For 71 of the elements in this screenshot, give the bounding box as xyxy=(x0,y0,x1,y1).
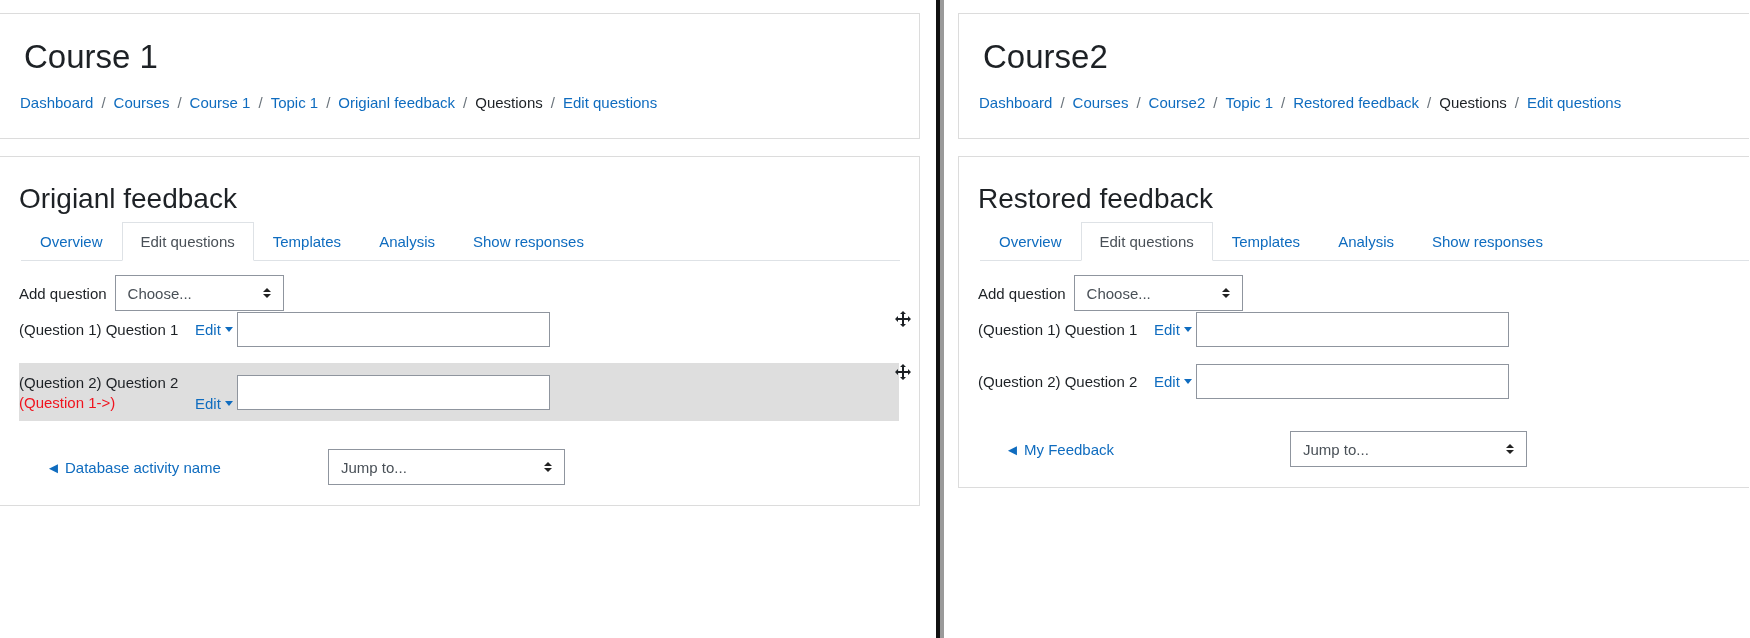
tab[interactable]: Overview xyxy=(980,222,1081,261)
breadcrumb-link[interactable]: Course 1 xyxy=(189,94,251,111)
tab[interactable]: Templates xyxy=(1212,222,1320,261)
breadcrumb-link[interactable]: Dashboard xyxy=(979,94,1053,111)
input-field[interactable] xyxy=(237,374,550,410)
sort-caret-icon xyxy=(544,462,552,472)
tab[interactable]: Templates xyxy=(253,222,361,261)
breadcrumb-separator: / xyxy=(1281,94,1286,111)
input-field[interactable] xyxy=(1196,311,1509,347)
question-label: (Question 1) Question 1 xyxy=(978,320,1139,338)
jump-to-select[interactable]: Jump to... xyxy=(328,449,565,485)
breadcrumb-link[interactable]: Dashboard xyxy=(20,94,94,111)
move-icon[interactable] xyxy=(895,311,911,327)
course-title: Course2 xyxy=(983,37,1108,77)
breadcrumb-link[interactable]: Origianl feedback xyxy=(338,94,456,111)
edit-menu-link[interactable]: Edit xyxy=(195,320,235,338)
activity-title: Restored feedback xyxy=(978,182,1214,216)
caret-icon xyxy=(224,326,233,332)
breadcrumb-link[interactable]: Restored feedback xyxy=(1293,94,1420,111)
caret-icon xyxy=(1183,378,1192,384)
input-field[interactable] xyxy=(237,311,550,347)
edit-menu-link[interactable]: Edit xyxy=(1154,372,1194,390)
sort-caret-icon xyxy=(262,288,271,298)
breadcrumb-text: Questions xyxy=(475,94,543,111)
breadcrumb-link[interactable]: Topic 1 xyxy=(270,94,319,111)
back-link[interactable]: ◄ My Feedback xyxy=(1005,440,1290,458)
breadcrumb-separator: / xyxy=(550,94,555,111)
tab[interactable]: Edit questions xyxy=(121,222,254,261)
breadcrumb-link[interactable]: Course2 xyxy=(1148,94,1206,111)
tab[interactable]: Analysis xyxy=(1319,222,1413,261)
tab[interactable]: Analysis xyxy=(360,222,454,261)
breadcrumb-separator: / xyxy=(1060,94,1065,111)
tab[interactable]: Edit questions xyxy=(1080,222,1213,261)
breadcrumb-separator: / xyxy=(1136,94,1141,111)
breadcrumb-separator: / xyxy=(1514,94,1519,111)
edit-menu-link[interactable]: Edit xyxy=(195,395,235,412)
breadcrumb-separator: / xyxy=(463,94,468,111)
breadcrumb-separator: / xyxy=(258,94,263,111)
add-question-label: Add question xyxy=(19,284,107,302)
edit-menu-link[interactable]: Edit xyxy=(1154,320,1194,338)
breadcrumb-link[interactable]: Topic 1 xyxy=(1225,94,1273,111)
breadcrumb-separator: / xyxy=(177,94,182,111)
breadcrumb-link[interactable]: Courses xyxy=(113,94,170,111)
breadcrumb-link[interactable]: Edit questions xyxy=(1527,94,1622,111)
question-type-select[interactable]: Choose... xyxy=(1073,275,1243,311)
sort-caret-icon xyxy=(1506,444,1514,454)
move-icon[interactable] xyxy=(895,364,911,380)
caret-icon xyxy=(224,401,233,406)
breadcrumb-text: Questions xyxy=(1439,94,1507,111)
tab[interactable]: Show responses xyxy=(1413,222,1562,261)
add-question-label: Add question xyxy=(978,284,1066,302)
dependency-label: (Question 1->) xyxy=(19,393,117,411)
input-field[interactable] xyxy=(1196,363,1509,399)
course-title: Course 1 xyxy=(24,37,158,77)
tab[interactable]: Show responses xyxy=(454,222,603,261)
jump-to-select[interactable]: Jump to... xyxy=(1290,431,1527,467)
caret-icon xyxy=(1183,326,1192,332)
breadcrumb-separator: / xyxy=(326,94,331,111)
sort-caret-icon xyxy=(1221,288,1230,298)
activity-title: Origianl feedback xyxy=(19,182,237,216)
question-label: (Question 2) Question 2 xyxy=(978,372,1139,390)
question-type-select[interactable]: Choose... xyxy=(114,275,284,311)
breadcrumb-separator: / xyxy=(1427,94,1432,111)
back-link[interactable]: ◄ Database activity name xyxy=(46,458,328,476)
question-label: (Question 2) Question 2 xyxy=(19,373,180,391)
breadcrumb-separator: / xyxy=(1213,94,1218,111)
breadcrumb-link[interactable]: Courses xyxy=(1072,94,1129,111)
breadcrumb-separator: / xyxy=(101,94,106,111)
breadcrumb-link[interactable]: Edit questions xyxy=(562,94,658,111)
question-label: (Question 1) Question 1 xyxy=(19,320,180,338)
tab[interactable]: Overview xyxy=(21,222,122,261)
